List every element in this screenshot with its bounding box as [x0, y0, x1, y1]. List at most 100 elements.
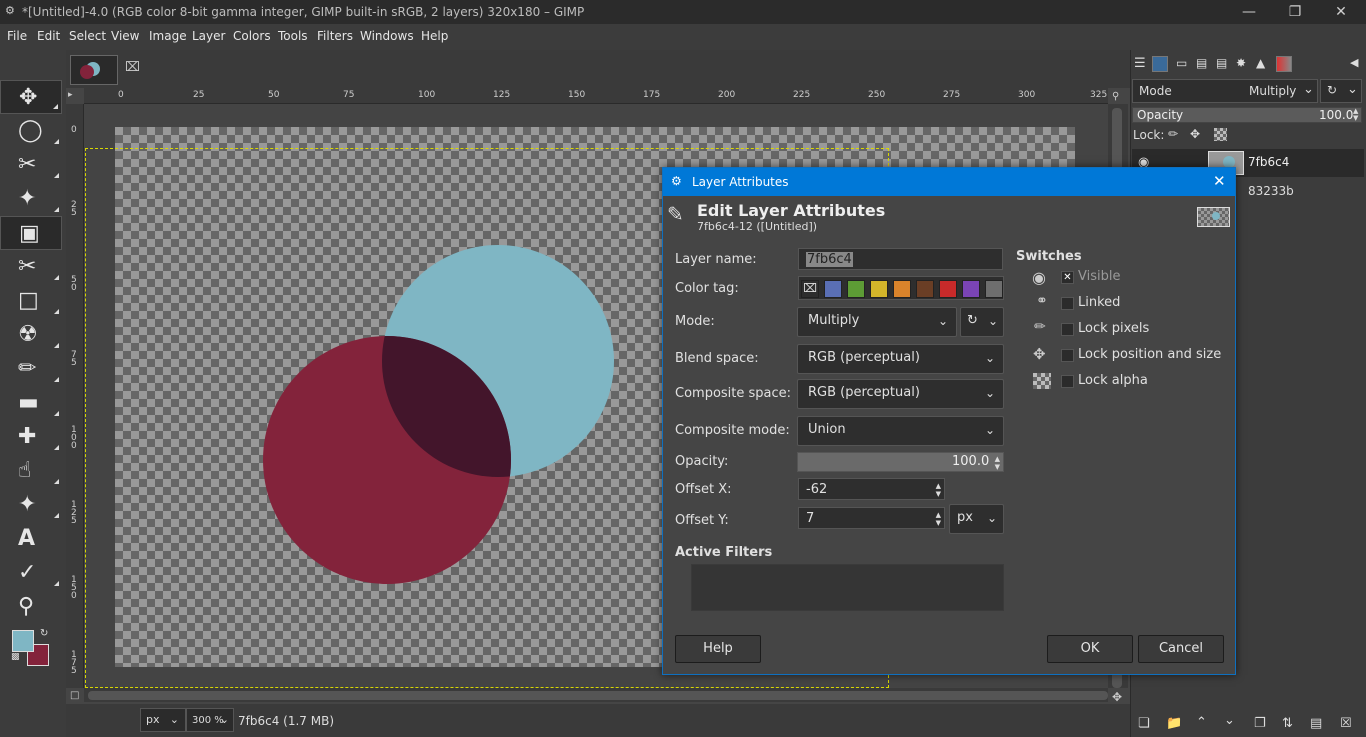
opacity-slider[interactable]: 100.0 ▲ ▼: [797, 452, 1004, 472]
composite-space-select[interactable]: RGB (perceptual) ⌄: [797, 379, 1004, 409]
layers-tab-icon[interactable]: [1152, 56, 1168, 72]
close-icon[interactable]: ✕: [1213, 172, 1226, 190]
menu-edit[interactable]: Edit: [37, 29, 60, 43]
color-picker-tool-icon[interactable]: ✓: [0, 556, 62, 590]
zoom-to-fit-icon[interactable]: □: [70, 690, 79, 701]
spin-icon[interactable]: ▲ ▼: [995, 455, 1000, 471]
text-tool-icon[interactable]: A: [0, 522, 62, 556]
lock-position-icon[interactable]: ✥: [1190, 127, 1200, 141]
composite-mode-select[interactable]: Union ⌄: [797, 416, 1004, 446]
lock-pixels-icon[interactable]: ✏: [1168, 127, 1178, 141]
color-tag-yellow[interactable]: [870, 280, 888, 298]
gradients-tab-icon[interactable]: [1276, 56, 1292, 72]
smudge-tool-icon[interactable]: ☝: [0, 454, 62, 488]
horizontal-scroll-thumb[interactable]: [88, 691, 1108, 700]
vertical-ruler[interactable]: 0 2 5 5 0 7 5 1 0 0 1 2 5 1 5 0 1 7 5: [66, 104, 84, 688]
menu-select[interactable]: Select: [69, 29, 106, 43]
dock-config-icon[interactable]: ◀: [1350, 56, 1366, 72]
raise-layer-icon[interactable]: ⌃: [1196, 715, 1207, 730]
blend-space-select[interactable]: RGB (perceptual) ⌄: [797, 344, 1004, 374]
spin-icon[interactable]: ▲ ▼: [936, 482, 941, 498]
menu-filters[interactable]: Filters: [317, 29, 353, 43]
merge-layer-icon[interactable]: ⇅: [1282, 716, 1293, 731]
close-icon[interactable]: ✕: [1330, 2, 1352, 22]
horizontal-scrollbar[interactable]: [84, 688, 1108, 702]
new-group-icon[interactable]: 📁: [1166, 716, 1182, 731]
color-tag-blue[interactable]: [824, 280, 842, 298]
ellipse-select-tool-icon[interactable]: ◯: [0, 114, 62, 148]
warp-tool-icon[interactable]: □: [0, 284, 62, 318]
ok-button[interactable]: OK: [1047, 635, 1133, 663]
delete-layer-icon[interactable]: ☒: [1340, 716, 1352, 731]
cancel-button[interactable]: Cancel: [1138, 635, 1224, 663]
default-colors-icon[interactable]: ▩: [11, 652, 20, 662]
patterns-tab-icon[interactable]: ✸: [1236, 56, 1252, 72]
paintbrush-tool-icon[interactable]: ✏: [0, 352, 62, 386]
layer-name-input[interactable]: 7fb6c4: [798, 248, 1003, 270]
unit-select[interactable]: px ⌄: [140, 708, 186, 732]
mode-select[interactable]: Multiply ⌄: [797, 307, 957, 337]
lock-alpha-checkbox[interactable]: [1061, 375, 1074, 388]
bucket-fill-tool-icon[interactable]: ☢: [0, 318, 62, 352]
crop-tool-icon[interactable]: ▣: [0, 216, 62, 250]
histogram-tab-icon[interactable]: ▲: [1256, 56, 1272, 72]
close-tab-icon[interactable]: ⌧: [125, 60, 140, 75]
zoom-select[interactable]: 300 % ⌄: [186, 708, 234, 732]
color-tag-green[interactable]: [847, 280, 865, 298]
offset-unit-select[interactable]: px ⌄: [949, 504, 1004, 534]
dock-menu-icon[interactable]: ☰: [1134, 56, 1150, 72]
swap-colors-icon[interactable]: ↻: [40, 628, 48, 639]
menu-colors[interactable]: Colors: [233, 29, 271, 43]
active-filters-list[interactable]: [691, 564, 1004, 611]
paths-tab-icon[interactable]: ▤: [1196, 56, 1212, 72]
eraser-tool-icon[interactable]: ▬: [0, 386, 62, 420]
offset-y-input[interactable]: 7 ▲ ▼: [798, 507, 945, 529]
visible-checkbox[interactable]: ✕: [1061, 271, 1074, 284]
lock-position-checkbox[interactable]: [1061, 349, 1074, 362]
help-button[interactable]: Help: [675, 635, 761, 663]
maximize-icon[interactable]: ❐: [1284, 2, 1306, 22]
color-tag-none[interactable]: ⌧: [801, 280, 819, 298]
menu-layer[interactable]: Layer: [192, 29, 225, 43]
paths-tool-icon[interactable]: ✦: [0, 488, 62, 522]
heal-tool-icon[interactable]: ✚: [0, 420, 62, 454]
mode-reset-select[interactable]: ↻ ⌄: [960, 307, 1004, 337]
minimize-icon[interactable]: —: [1238, 2, 1260, 22]
linked-checkbox[interactable]: [1061, 297, 1074, 310]
layer-opacity-slider[interactable]: Opacity 100.0 ▲ ▼: [1132, 107, 1362, 123]
navigate-icon[interactable]: ✥: [1112, 690, 1122, 704]
image-tab-thumbnail[interactable]: [70, 55, 118, 85]
menu-help[interactable]: Help: [421, 29, 448, 43]
layer-name[interactable]: 83233b: [1248, 184, 1294, 198]
offset-x-input[interactable]: -62 ▲ ▼: [798, 478, 945, 500]
fuzzy-select-tool-icon[interactable]: ✦: [0, 182, 62, 216]
spin-icon[interactable]: ▲ ▼: [936, 511, 941, 527]
color-tag-orange[interactable]: [893, 280, 911, 298]
new-layer-icon[interactable]: ❏: [1138, 716, 1150, 731]
channels-tab-icon[interactable]: ▭: [1176, 56, 1192, 72]
menu-tools[interactable]: Tools: [278, 29, 308, 43]
zoom-image-icon[interactable]: ⚲: [1112, 91, 1119, 102]
quick-mask-icon[interactable]: ▸: [68, 90, 73, 100]
zoom-tool-icon[interactable]: ⚲: [0, 590, 62, 624]
color-tag-violet[interactable]: [962, 280, 980, 298]
layer-mode-select[interactable]: Mode Multiply ⌄: [1132, 79, 1318, 103]
undo-tab-icon[interactable]: ▤: [1216, 56, 1232, 72]
menu-image[interactable]: Image: [149, 29, 187, 43]
menu-view[interactable]: View: [111, 29, 139, 43]
lock-pixels-checkbox[interactable]: [1061, 323, 1074, 336]
menu-file[interactable]: File: [7, 29, 27, 43]
color-tag-red[interactable]: [939, 280, 957, 298]
mode-reset-select[interactable]: ↻ ⌄: [1320, 79, 1362, 103]
color-tag-gray[interactable]: [985, 280, 1003, 298]
duplicate-layer-icon[interactable]: ❐: [1254, 716, 1266, 731]
scissors-tool-icon[interactable]: ✂: [0, 148, 62, 182]
foreground-color-swatch[interactable]: [12, 630, 34, 652]
horizontal-ruler[interactable]: 0 25 50 75 100 125 150 175 200 225 250 2…: [84, 88, 1108, 104]
color-tag-brown[interactable]: [916, 280, 934, 298]
unified-transform-tool-icon[interactable]: ✂: [0, 250, 62, 284]
move-tool-icon[interactable]: ✥: [0, 80, 62, 114]
menu-windows[interactable]: Windows: [360, 29, 414, 43]
mask-layer-icon[interactable]: ▤: [1310, 716, 1322, 731]
lock-alpha-icon[interactable]: [1214, 128, 1227, 141]
